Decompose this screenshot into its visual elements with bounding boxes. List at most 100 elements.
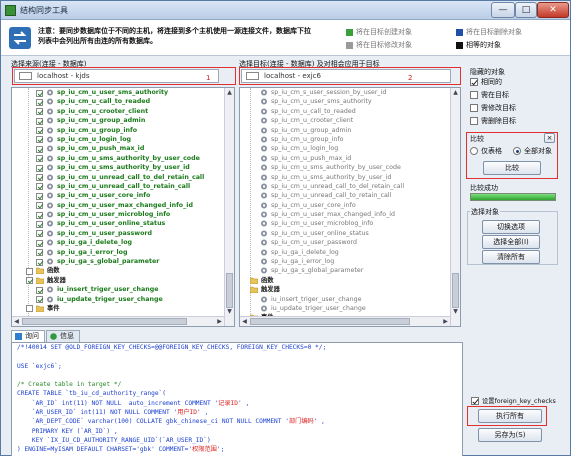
tree-row-checkbox[interactable] (36, 230, 43, 238)
tree-row[interactable]: 触发器 (240, 285, 460, 294)
tree-row[interactable]: sp_iu_cm_s_user_session_by_user_id (240, 88, 460, 97)
tree-row-checkbox[interactable] (36, 183, 43, 191)
scroll-down-icon[interactable]: ▼ (451, 307, 460, 316)
tree-row-checkbox[interactable] (36, 136, 43, 144)
option-modify[interactable]: 需修改目标 (470, 103, 516, 113)
tree-row[interactable]: sp_iu_ga_s_global_parameter (12, 257, 234, 266)
tree-row[interactable]: sp_iu_cm_u_unread_call_to_del_retain_cal… (240, 182, 460, 191)
tree-row[interactable]: 触发器 (12, 276, 234, 285)
tree-row-checkbox[interactable] (36, 286, 43, 294)
tree-row[interactable]: iu_update_triger_user_change (12, 295, 234, 304)
option-create-checkbox[interactable] (470, 91, 478, 99)
tree-row[interactable]: sp_iu_cm_u_group_info (12, 126, 234, 135)
tree-row[interactable]: sp_iu_ga_s_global_parameter (240, 266, 460, 275)
tree-row-checkbox[interactable] (26, 267, 33, 275)
tree-row[interactable]: sp_iu_cm_u_login_log (12, 135, 234, 144)
scroll-left-icon[interactable]: ◀ (12, 317, 21, 326)
scroll-up-icon[interactable]: ▲ (451, 88, 460, 97)
tree-row[interactable]: sp_iu_cm_u_group_info (240, 135, 460, 144)
tree-row-checkbox[interactable] (36, 296, 43, 304)
tree-row-checkbox[interactable] (36, 211, 43, 219)
toggle-selection-button[interactable]: 切换选项 (482, 220, 540, 234)
scroll-thumb[interactable] (452, 273, 459, 308)
tree-row[interactable]: sp_iu_cm_u_user_sms_authority (12, 88, 234, 97)
tree-row-checkbox[interactable] (36, 127, 43, 135)
option-delete-checkbox[interactable] (470, 117, 478, 125)
tree-row[interactable]: sp_iu_cm_u_sms_authority_by_user_id (240, 173, 460, 182)
target-horizontal-scrollbar[interactable]: ◀ ▶ (240, 316, 450, 326)
tree-row-checkbox[interactable] (36, 202, 43, 210)
tree-row[interactable]: sp_iu_cm_u_user_online_status (240, 229, 460, 238)
tree-row-checkbox[interactable] (26, 277, 33, 285)
tree-row-checkbox[interactable] (26, 305, 33, 313)
save-as-button[interactable]: 另存为(S) (478, 428, 542, 442)
minimize-button[interactable]: — (491, 2, 515, 18)
tree-row[interactable]: sp_iu_cm_u_user_microblog_info (240, 219, 460, 228)
scroll-right-icon[interactable]: ▶ (441, 317, 450, 326)
tree-row[interactable]: iu_insert_triger_user_change (12, 285, 234, 294)
tree-row[interactable]: sp_iu_cm_u_sms_authority_by_user_id (12, 163, 234, 172)
tree-row[interactable]: sp_iu_cm_u_unread_call_to_retain_call (12, 182, 234, 191)
target-object-tree[interactable]: sp_iu_cm_s_user_session_by_user_id sp_iu_… (239, 87, 461, 327)
close-button[interactable]: ✕ (537, 2, 569, 18)
select-all-button[interactable]: 选择全部(I) (482, 235, 540, 249)
target-vertical-scrollbar[interactable]: ▲ ▼ (450, 88, 460, 326)
tree-row[interactable]: sp_iu_cm_u_user_password (240, 238, 460, 247)
scroll-up-icon[interactable]: ▲ (225, 88, 234, 97)
radio-all-objects-dot[interactable] (513, 147, 521, 155)
radio-all-objects[interactable]: 全部对象 (513, 146, 552, 156)
tree-row[interactable]: sp_iu_cm_u_user_sms_authority (240, 97, 460, 106)
tree-row[interactable]: sp_iu_cm_u_crooter_client (12, 107, 234, 116)
compare-button[interactable]: 比较 (483, 161, 541, 175)
tree-row[interactable]: sp_iu_cm_u_sms_authority_by_user_code (240, 163, 460, 172)
scroll-right-icon[interactable]: ▶ (215, 317, 224, 326)
tree-row-checkbox[interactable] (36, 174, 43, 182)
tree-row-checkbox[interactable] (36, 98, 43, 106)
foreign-key-checks-option[interactable]: 设置foreign_key_checks (471, 396, 556, 405)
radio-tables-only[interactable]: 仅表格 (470, 146, 502, 156)
scroll-down-icon[interactable]: ▼ (225, 307, 234, 316)
tree-row[interactable]: sp_iu_ga_i_error_log (240, 257, 460, 266)
compare-close-icon[interactable]: × (544, 133, 555, 143)
maximize-button[interactable]: □ (515, 2, 537, 18)
tree-row-checkbox[interactable] (36, 117, 43, 125)
tree-row[interactable]: sp_iu_cm_u_user_max_changed_info_id (12, 201, 234, 210)
tree-row-checkbox[interactable] (36, 145, 43, 153)
option-same[interactable]: 相同的 (470, 77, 502, 87)
radio-tables-only-dot[interactable] (470, 147, 478, 155)
tree-row[interactable]: sp_iu_cm_u_user_online_status (12, 219, 234, 228)
tree-row-checkbox[interactable] (36, 155, 43, 163)
tree-row[interactable]: sp_iu_cm_u_login_log (240, 144, 460, 153)
tree-row-checkbox[interactable] (36, 220, 43, 228)
tree-row[interactable]: sp_iu_ga_i_error_log (12, 248, 234, 257)
foreign-key-checks-checkbox[interactable] (471, 396, 479, 405)
tree-row[interactable]: sp_iu_ga_i_delete_log (12, 238, 234, 247)
option-same-checkbox[interactable] (470, 78, 478, 86)
scroll-thumb[interactable] (22, 318, 187, 325)
tree-row[interactable]: sp_iu_ga_i_delete_log (240, 248, 460, 257)
source-horizontal-scrollbar[interactable]: ◀ ▶ (12, 316, 224, 326)
tree-row[interactable]: iu_insert_triger_user_change (240, 295, 460, 304)
option-create[interactable]: 需在目标 (470, 90, 509, 100)
tree-row-checkbox[interactable] (36, 164, 43, 172)
tree-row[interactable]: sp_iu_cm_u_unread_call_to_del_retain_cal… (12, 173, 234, 182)
clear-all-button[interactable]: 清除所有 (482, 250, 540, 264)
title-bar[interactable]: 结构同步工具 — □ ✕ (1, 1, 570, 20)
tree-row-checkbox[interactable] (36, 258, 43, 266)
tree-row[interactable]: sp_iu_cm_u_crooter_client (240, 116, 460, 125)
tree-row[interactable]: 函数 (12, 266, 234, 275)
tree-row[interactable]: iu_update_triger_user_change (240, 304, 460, 313)
tree-row[interactable]: 函数 (240, 276, 460, 285)
sql-editor[interactable]: /*!40014 SET @OLD_FOREIGN_KEY_CHECKS=@@F… (11, 342, 463, 456)
source-object-tree[interactable]: sp_iu_cm_u_user_sms_authority sp_iu_cm_u_… (11, 87, 235, 327)
source-vertical-scrollbar[interactable]: ▲ ▼ (224, 88, 234, 326)
scroll-thumb[interactable] (250, 318, 410, 325)
tree-row[interactable]: sp_iu_cm_u_user_password (12, 229, 234, 238)
tree-row[interactable]: sp_iu_cm_u_group_admin (240, 126, 460, 135)
scroll-thumb[interactable] (226, 273, 233, 308)
option-modify-checkbox[interactable] (470, 104, 478, 112)
tree-row[interactable]: sp_iu_cm_u_unread_call_to_retain_call (240, 191, 460, 200)
tab-query[interactable]: 询问 (11, 330, 45, 342)
tree-row[interactable]: sp_iu_cm_u_call_to_readed (240, 107, 460, 116)
tree-row[interactable]: sp_iu_cm_u_sms_authority_by_user_code (12, 154, 234, 163)
